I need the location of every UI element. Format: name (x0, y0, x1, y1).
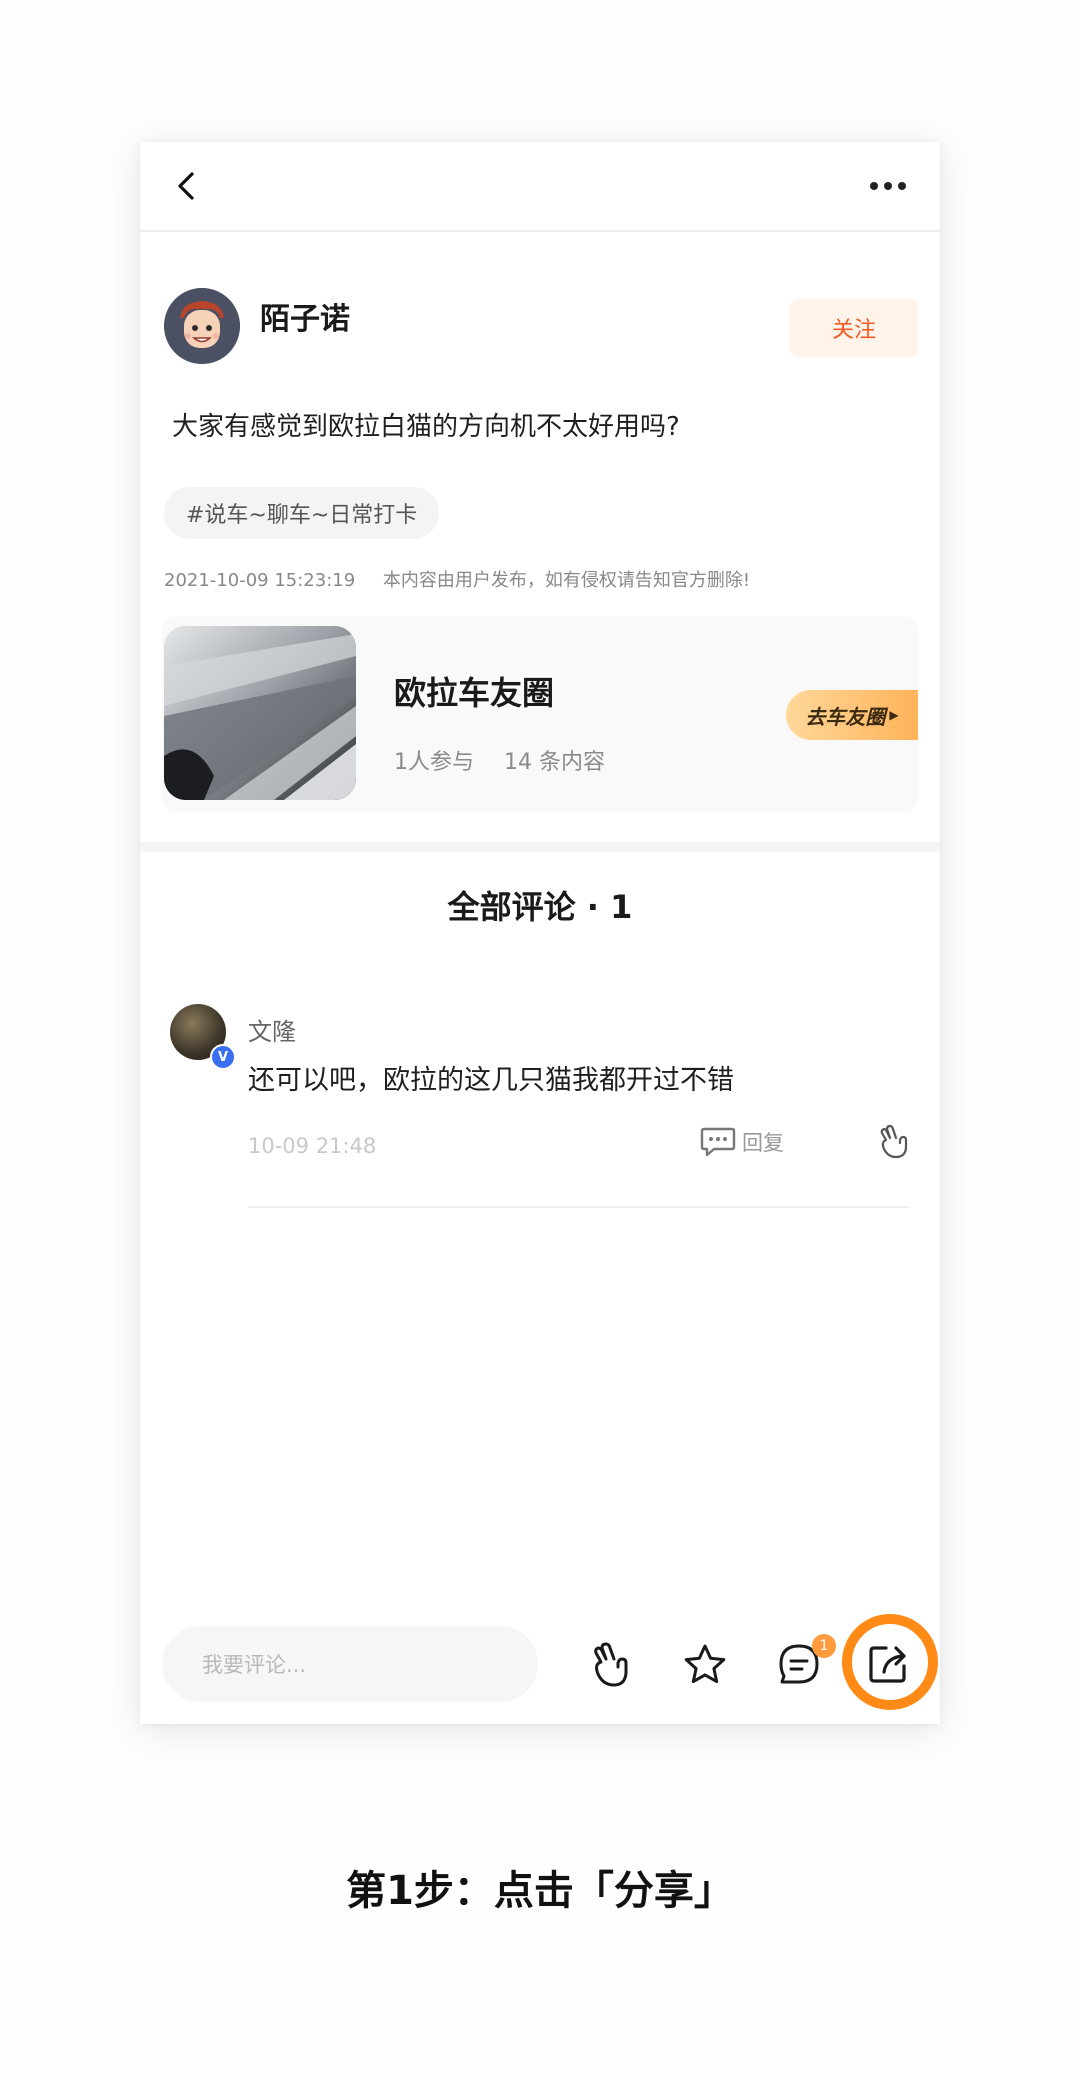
nav-bar (140, 142, 940, 232)
post-disclaimer: 本内容由用户发布，如有侵权请告知官方删除! (382, 570, 751, 591)
share-icon[interactable] (866, 1640, 912, 1686)
follow-button[interactable]: 关注 (790, 299, 918, 357)
circle-name: 欧拉车友圈 (394, 674, 555, 712)
comment-count-badge: 1 (812, 1634, 836, 1658)
post-timestamp: 2021-10-09 15:23:19 (164, 570, 356, 591)
post-body: 大家有感觉到欧拉白猫的方向机不太好用吗? (172, 412, 680, 442)
speech-bubble-icon (700, 1127, 736, 1157)
comment-username[interactable]: 文隆 (248, 1012, 296, 1047)
step-caption: 第1步：点击「分享」 (346, 1868, 734, 1914)
circle-card[interactable]: 欧拉车友圈 1人参与 14 条内容 去车友圈 ▶ (162, 616, 918, 812)
comment-input[interactable]: 我要评论... (162, 1626, 538, 1702)
like-icon[interactable] (588, 1642, 634, 1688)
author-name[interactable]: 陌子诺 (260, 294, 350, 338)
go-circle-button[interactable]: 去车友圈 ▶ (786, 690, 918, 740)
verified-badge: V (210, 1044, 236, 1070)
phone-screen: 陌子诺 关注 大家有感觉到欧拉白猫的方向机不太好用吗? #说车~聊车~日常打卡 … (140, 142, 940, 1724)
circle-participants: 1人参与 (394, 750, 474, 775)
comments-title: 全部评论 · 1 (447, 888, 633, 926)
author-avatar[interactable] (164, 288, 240, 364)
page: 陌子诺 关注 大家有感觉到欧拉白猫的方向机不太好用吗? #说车~聊车~日常打卡 … (0, 0, 1080, 2080)
go-circle-label: 去车友圈 (805, 704, 886, 729)
more-icon[interactable] (868, 178, 908, 194)
back-icon[interactable] (170, 168, 206, 204)
cartoon-face-icon (164, 288, 240, 364)
circle-thumbnail (164, 626, 356, 800)
section-divider (140, 842, 940, 852)
comment-divider (248, 1206, 910, 1208)
circle-posts: 14 条内容 (504, 750, 605, 775)
star-icon[interactable] (682, 1642, 728, 1688)
comment-time: 10-09 21:48 (248, 1134, 377, 1158)
triangle-right-icon: ▶ (889, 708, 899, 722)
road-tunnel-image (164, 626, 356, 800)
post-meta: 2021-10-09 15:23:19 本内容由用户发布，如有侵权请告知官方删除… (164, 566, 750, 592)
reply-button[interactable]: 回复 (700, 1126, 784, 1158)
circle-stats: 1人参与 14 条内容 (394, 744, 605, 776)
reply-label: 回复 (742, 1131, 784, 1155)
finger-heart-icon[interactable] (876, 1124, 912, 1160)
comment-text: 还可以吧，欧拉的这几只猫我都开过不错 (248, 1065, 734, 1096)
topic-tag[interactable]: #说车~聊车~日常打卡 (164, 487, 440, 539)
